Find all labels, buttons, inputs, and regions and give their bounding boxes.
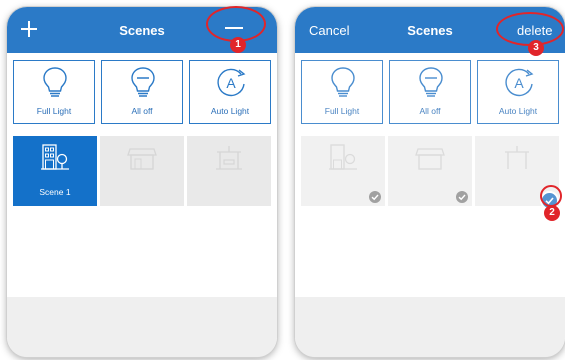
step-badge-3: 3 [528,40,544,56]
light-bulb-icon [331,67,355,97]
auto-light-icon: A [217,68,246,97]
shop-awning-icon [415,148,445,170]
scene-tile-3[interactable] [475,136,559,208]
tile-full-light[interactable]: Full Light [13,60,95,124]
light-bulb-off-icon [419,67,443,97]
scene-tile-1[interactable] [301,136,385,206]
tile-label: Auto Light [498,106,538,116]
unchecked-circle-icon[interactable] [369,191,381,203]
custom-scenes-row [301,136,559,208]
delete-button[interactable]: delete [517,23,552,38]
scene-tile-2[interactable] [100,136,184,206]
scene-tile-3[interactable] [187,136,271,206]
pergola-icon [505,146,529,169]
step-badge-1: 1 [230,37,246,53]
quick-scenes-row: Full Light All off A Auto Light [301,60,559,126]
svg-text:A: A [226,75,236,91]
building-tree-icon [41,144,69,170]
tile-label: Full Light [324,106,360,116]
tile-all-off[interactable]: All off [389,60,471,124]
tile-label: All off [419,106,441,116]
tile-label: Auto Light [210,106,250,116]
scene-tile-1[interactable]: Scene 1 [13,136,97,206]
tile-all-off[interactable]: All off [101,60,183,124]
scene-tile-2[interactable] [388,136,472,206]
unchecked-circle-icon[interactable] [456,191,468,203]
shop-awning-icon [127,148,157,170]
svg-text:A: A [514,75,524,91]
pergola-icon [216,146,242,170]
tile-auto-light[interactable]: A Auto Light [189,60,271,124]
light-bulb-icon [43,67,67,97]
tile-label: Full Light [36,106,72,116]
empty-area [295,297,565,357]
page-title: Scenes [119,23,165,38]
empty-area [7,297,277,357]
building-tree-icon [329,144,357,170]
tile-full-light[interactable]: Full Light [301,60,383,124]
scenes-screen-normal: Scenes Full Light All off A Auto Light S… [7,7,277,357]
custom-scenes-row: Scene 1 [13,136,271,206]
scenes-screen-edit: Cancel Scenes delete Full Light All off [295,7,565,357]
step-badge-2: 2 [544,205,560,221]
minus-icon[interactable] [225,27,243,29]
tile-auto-light[interactable]: A Auto Light [477,60,559,124]
header-bar: Cancel Scenes delete [295,7,565,53]
scene-label: Scene 1 [39,187,71,197]
tile-label: All off [131,106,153,116]
quick-scenes-row: Full Light All off A Auto Light [13,60,271,126]
auto-light-icon: A [505,68,534,97]
light-bulb-off-icon [131,67,155,97]
